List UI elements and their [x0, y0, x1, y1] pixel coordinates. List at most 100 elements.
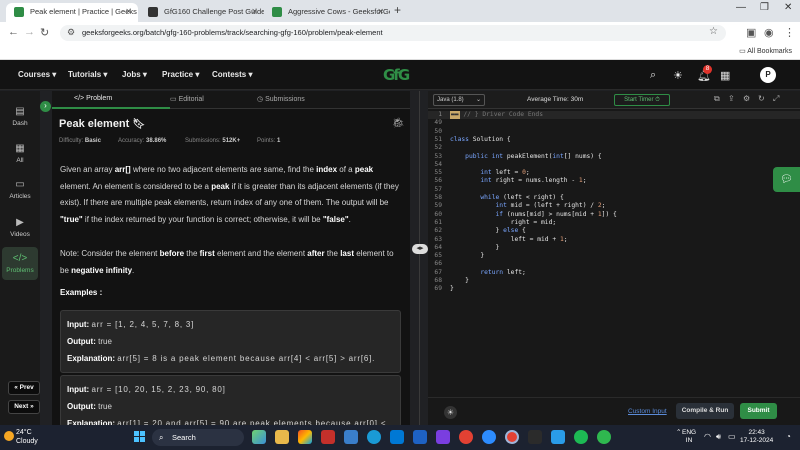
code-line[interactable]: 59 int mid = (left + right) / 2;: [428, 202, 800, 210]
menu-courses[interactable]: Courses ▾: [18, 70, 56, 79]
gfg-logo[interactable]: GfG: [383, 66, 410, 84]
start-timer-button[interactable]: Start Timer ⏱: [614, 94, 670, 106]
code-text[interactable]: int mid = (left + right) / 2;: [450, 202, 606, 210]
notification-center-icon[interactable]: ◔: [786, 433, 791, 441]
compile-run-button[interactable]: Compile & Run: [676, 403, 734, 419]
app-purple-icon[interactable]: [436, 430, 450, 444]
code-text[interactable]: }: [450, 285, 454, 293]
upload-icon[interactable]: ⇪: [728, 94, 735, 103]
prev-button[interactable]: « Prev: [8, 381, 40, 395]
all-bookmarks[interactable]: ▭ All Bookmarks: [739, 47, 792, 55]
code-line[interactable]: 1 ▬▬ // } Driver Code Ends: [428, 111, 800, 120]
code-line[interactable]: 69}: [428, 285, 800, 293]
submit-button[interactable]: Submit: [740, 403, 777, 419]
settings-icon[interactable]: ⚙: [743, 94, 750, 103]
bookmark-star-icon[interactable]: ☆: [709, 26, 718, 37]
menu-practice[interactable]: Practice ▾: [162, 70, 199, 79]
close-tab-icon[interactable]: ✕: [251, 3, 258, 20]
site-info-icon[interactable]: ⚙: [67, 27, 75, 38]
code-text[interactable]: public int peakElement(int[] nums) {: [450, 153, 602, 161]
code-text[interactable]: if (nums[mid] > nums[mid + 1]) {: [450, 211, 617, 219]
tray-chevron-icon[interactable]: ⌃: [676, 429, 681, 437]
language-select[interactable]: Java (1.8) ⌄: [433, 94, 485, 106]
reset-icon[interactable]: ↻: [758, 94, 765, 103]
menu-contests[interactable]: Contests ▾: [212, 70, 252, 79]
code-line[interactable]: 67 return left;: [428, 269, 800, 277]
zoom-icon[interactable]: [482, 430, 496, 444]
profile-icon[interactable]: ◉: [764, 26, 774, 39]
battery-icon[interactable]: ▭: [728, 433, 736, 441]
vscode-icon[interactable]: [551, 430, 565, 444]
close-window-icon[interactable]: ✕: [784, 2, 792, 13]
widget-app-icon[interactable]: [252, 430, 266, 444]
browser-tab-peak-element[interactable]: Peak element | Practice | Geeks ✕: [6, 3, 138, 22]
code-text[interactable]: }: [450, 252, 484, 260]
sidebar-item-problems[interactable]: </> Problems: [2, 247, 38, 280]
edge-icon[interactable]: [367, 430, 381, 444]
menu-tutorials[interactable]: Tutorials ▾: [68, 70, 107, 79]
menu-jobs[interactable]: Jobs ▾: [122, 70, 147, 79]
code-line[interactable]: 57: [428, 186, 800, 194]
close-tab-icon[interactable]: ✕: [377, 3, 384, 20]
outlook-icon[interactable]: [390, 430, 404, 444]
next-button[interactable]: Next »: [8, 400, 40, 414]
windows-start-icon[interactable]: [134, 431, 146, 443]
avatar[interactable]: P: [760, 67, 776, 83]
back-icon[interactable]: ←: [8, 26, 19, 38]
code-line[interactable]: 52: [428, 144, 800, 152]
code-line[interactable]: 68 }: [428, 277, 800, 285]
theme-sun-icon[interactable]: ☀: [444, 406, 457, 419]
clock[interactable]: 22:43 17-12-2024: [740, 429, 773, 445]
theme-toggle-icon[interactable]: ☀: [673, 69, 683, 82]
code-text[interactable]: right = mid;: [450, 219, 557, 227]
code-line[interactable]: 51 class Solution {: [428, 136, 800, 144]
close-tab-icon[interactable]: ✕: [125, 3, 132, 20]
code-text[interactable]: }: [450, 277, 469, 285]
code-text[interactable]: class Solution {: [450, 136, 511, 144]
word-icon[interactable]: [413, 430, 427, 444]
bookmark-icon[interactable]: 🔖︎: [132, 119, 145, 130]
spotify-icon[interactable]: [574, 430, 588, 444]
copy-icon[interactable]: ⧉: [714, 94, 720, 104]
chrome-icon[interactable]: [459, 430, 473, 444]
weather-widget[interactable]: 24°C Cloudy: [16, 428, 38, 446]
reload-icon[interactable]: ↻: [40, 26, 49, 39]
code-line[interactable]: 50: [428, 128, 800, 136]
collapse-sidebar-icon[interactable]: ›: [40, 101, 51, 112]
code-line[interactable]: 53 public int peakElement(int[] nums) {: [428, 153, 800, 161]
intellij-icon[interactable]: [528, 430, 542, 444]
language-indicator[interactable]: ENG IN: [682, 429, 696, 445]
chrome-active-icon[interactable]: [505, 430, 519, 444]
sidebar-item-dash[interactable]: ▤ Dash: [2, 106, 38, 127]
resize-handle[interactable]: ◂▸: [412, 244, 428, 254]
search-icon[interactable]: ⌕: [650, 69, 656, 82]
code-line[interactable]: 55 int left = 0;: [428, 169, 800, 177]
code-text[interactable]: left = mid + 1;: [450, 236, 568, 244]
volume-icon[interactable]: 🔊︎: [716, 433, 721, 441]
forward-icon[interactable]: →: [24, 26, 35, 38]
browser-tab-gfg160-guide[interactable]: GfG160 Challenge Post Guide ✕: [140, 3, 264, 22]
code-line[interactable]: 60 if (nums[mid] > nums[mid + 1]) {: [428, 211, 800, 219]
dashboard-switch-icon[interactable]: ▦: [720, 69, 730, 82]
code-line[interactable]: 62 } else {: [428, 227, 800, 235]
chrome-menu-icon[interactable]: ⋮: [784, 26, 795, 39]
wifi-icon[interactable]: ◠: [704, 433, 711, 441]
chat-icon[interactable]: 💬︎: [773, 167, 800, 192]
sidebar-item-videos[interactable]: ▶ Videos: [2, 217, 38, 238]
minimize-icon[interactable]: —: [736, 2, 746, 13]
tab-submissions[interactable]: ◷ Submissions: [257, 95, 305, 103]
code-line[interactable]: 49: [428, 119, 800, 127]
file-explorer-icon[interactable]: [275, 430, 289, 444]
maximize-icon[interactable]: ❐: [760, 2, 769, 13]
taskbar-search[interactable]: ⌕ Search: [152, 429, 244, 446]
code-text[interactable]: } else {: [450, 227, 525, 235]
extension-icon[interactable]: ▣: [746, 26, 756, 39]
code-text[interactable]: }: [450, 244, 499, 252]
code-text[interactable]: int left = 0;: [450, 169, 529, 177]
code-line[interactable]: 64 }: [428, 244, 800, 252]
code-text[interactable]: int right = nums.length - 1;: [450, 177, 586, 185]
mail-app-icon[interactable]: [321, 430, 335, 444]
whatsapp-icon[interactable]: [597, 430, 611, 444]
url-text[interactable]: geeksforgeeks.org/batch/gfg-160-problems…: [82, 28, 383, 37]
code-line[interactable]: 61 right = mid;: [428, 219, 800, 227]
